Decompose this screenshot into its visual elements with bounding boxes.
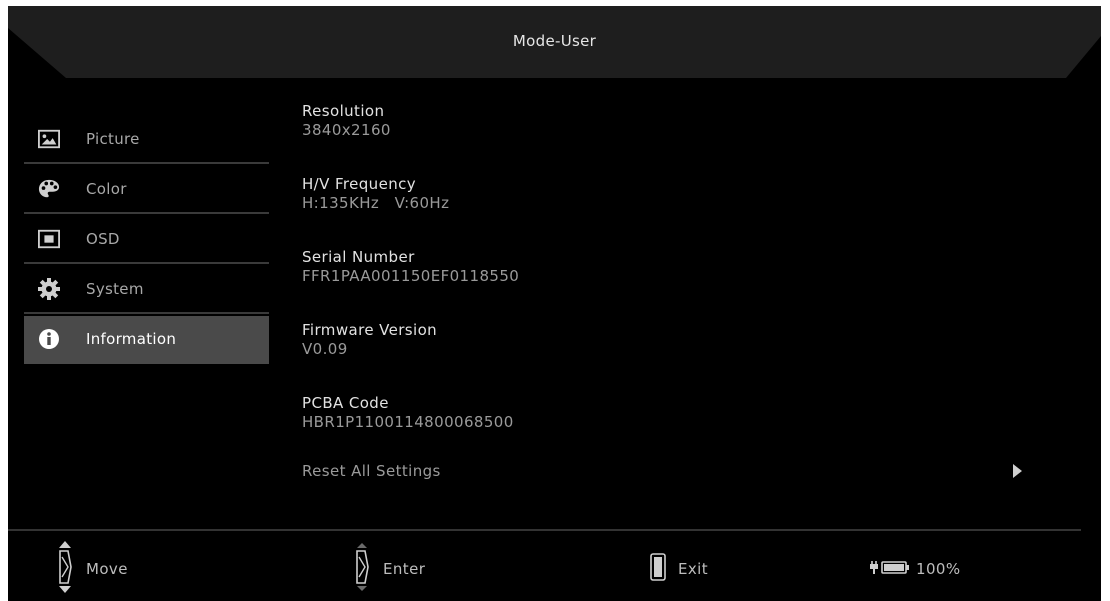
footer-divider — [8, 529, 1081, 531]
osd-header: Mode-User — [8, 6, 1101, 78]
sidebar-item-label: System — [86, 280, 144, 298]
reset-all-settings-item[interactable]: Reset All Settings — [302, 459, 1032, 483]
reset-all-settings-label: Reset All Settings — [302, 462, 441, 480]
frequency-block: H/V Frequency H:135KHz V:60Hz — [302, 175, 1062, 248]
firmware-block: Firmware Version V0.09 — [302, 321, 1062, 394]
sidebar-menu: Picture Color OSD System Information — [24, 116, 269, 366]
enter-hint: Enter — [353, 541, 425, 597]
chevron-right-icon — [1013, 464, 1022, 478]
pcba-value: HBR1P1100114800068500 — [302, 413, 514, 431]
palette-icon — [38, 178, 60, 200]
power-battery-icon — [868, 559, 912, 579]
sidebar-item-label: Information — [86, 330, 177, 348]
mode-title: Mode-User — [512, 32, 597, 50]
frequency-label: H/V Frequency — [302, 175, 417, 193]
sidebar-item-label: Picture — [86, 130, 140, 148]
power-percentage: 100% — [916, 560, 961, 578]
move-label: Move — [86, 560, 128, 578]
frequency-value: H:135KHz V:60Hz — [302, 194, 450, 212]
enter-label: Enter — [383, 560, 426, 578]
serial-label: Serial Number — [302, 248, 415, 266]
joystick-enter-icon — [353, 539, 371, 599]
exit-label: Exit — [678, 560, 709, 578]
resolution-block: Resolution 3840x2160 — [302, 102, 1062, 175]
information-panel: Resolution 3840x2160 H/V Frequency H:135… — [302, 102, 1062, 467]
sidebar-item-picture[interactable]: Picture — [24, 116, 269, 164]
firmware-value: V0.09 — [302, 340, 348, 358]
sidebar-item-information[interactable]: Information — [24, 316, 269, 364]
move-hint: Move — [56, 541, 128, 597]
exit-hint: Exit — [650, 541, 708, 597]
picture-icon — [38, 128, 60, 150]
serial-value: FFR1PAA001150EF0118550 — [302, 267, 520, 285]
sidebar-item-system[interactable]: System — [24, 266, 269, 314]
osd-footer: Move Enter Exit 100% — [8, 541, 1101, 597]
exit-button-icon — [650, 552, 666, 586]
info-icon — [38, 328, 60, 350]
pcba-label: PCBA Code — [302, 394, 389, 412]
osd-icon — [38, 228, 60, 250]
serial-block: Serial Number FFR1PAA001150EF0118550 — [302, 248, 1062, 321]
joystick-move-icon — [56, 539, 74, 599]
gear-icon — [38, 278, 60, 300]
firmware-label: Firmware Version — [302, 321, 438, 339]
resolution-value: 3840x2160 — [302, 121, 391, 139]
osd-window: Mode-User Picture Color OSD System Infor… — [8, 6, 1101, 601]
sidebar-item-color[interactable]: Color — [24, 166, 269, 214]
sidebar-item-osd[interactable]: OSD — [24, 216, 269, 264]
power-hint: 100% — [868, 541, 960, 597]
sidebar-item-label: Color — [86, 180, 127, 198]
sidebar-item-label: OSD — [86, 230, 120, 248]
resolution-label: Resolution — [302, 102, 385, 120]
pcba-block: PCBA Code HBR1P1100114800068500 — [302, 394, 1062, 467]
